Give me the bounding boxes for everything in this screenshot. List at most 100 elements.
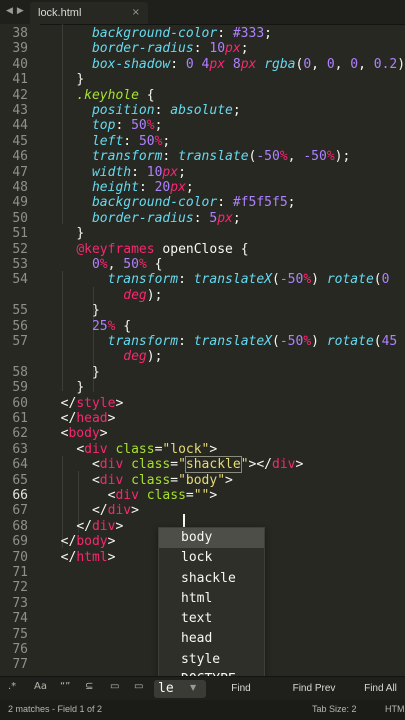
line-number: 56 xyxy=(12,318,28,334)
find-input[interactable]: le ▼ xyxy=(154,680,206,698)
line-number: 39 xyxy=(12,41,28,57)
line-number: 70 xyxy=(12,549,28,565)
autocomplete-item[interactable]: lock xyxy=(159,548,264,568)
highlight-matches-toggle-icon[interactable]: ▭ xyxy=(134,681,143,692)
code-line-67: </div> xyxy=(91,503,139,519)
regex-toggle-icon[interactable]: .* xyxy=(8,681,16,692)
autocomplete-popup[interactable]: bodylockshacklehtmltextheadstyleDOCTYPE xyxy=(158,527,265,676)
code-line-70: </html> xyxy=(60,549,116,565)
code-line-66: <div class=""> xyxy=(107,488,218,503)
line-number: 49 xyxy=(12,195,28,211)
code-line-55: } xyxy=(91,303,100,319)
autocomplete-item[interactable]: body xyxy=(159,528,264,549)
code-line-51: } xyxy=(76,226,85,242)
status-bar: 2 matches - Field 1 of 2 Tab Size: 2 HTM xyxy=(0,700,405,720)
line-number: 74 xyxy=(12,611,28,627)
autocomplete-item[interactable]: shackle xyxy=(159,569,264,589)
code-line-40: box-shadow: 0 4px 8px rgba(0, 0, 0, 0.2)… xyxy=(91,56,405,72)
code-line-49: background-color: #f5f5f5; xyxy=(91,195,296,211)
line-number: 68 xyxy=(12,518,28,534)
code-line-58: } xyxy=(91,364,100,380)
code-line-61: </head> xyxy=(60,411,116,426)
line-number: 48 xyxy=(12,180,28,195)
tab-lock-html[interactable]: lock.html × xyxy=(30,2,148,24)
nav-arrows: ◀ ▶ xyxy=(6,6,24,16)
code-line-54-wrap: deg); xyxy=(123,287,163,303)
back-arrow-icon[interactable]: ◀ xyxy=(6,6,13,16)
line-number: 54 xyxy=(12,272,28,288)
in-selection-toggle-icon[interactable]: ▭ xyxy=(110,681,119,692)
line-number: 57 xyxy=(12,334,28,349)
line-number: 42 xyxy=(12,87,28,103)
code-line-57-wrap: deg); xyxy=(123,349,163,365)
code-line-69: </body> xyxy=(60,534,116,550)
wrap-toggle-icon[interactable]: ⊆ xyxy=(85,681,93,692)
line-number: 55 xyxy=(12,303,28,319)
code-line-63: <div class="lock"> xyxy=(76,441,218,457)
code-line-43: position: absolute; xyxy=(91,103,241,118)
line-number: 66 xyxy=(12,488,28,503)
code-line-41: } xyxy=(76,72,85,88)
status-syntax[interactable]: HTM xyxy=(385,704,405,714)
line-number xyxy=(0,349,28,364)
code-line-46: transform: translate(-50%, -50%); xyxy=(91,149,351,165)
line-number: 62 xyxy=(12,426,28,442)
code-line-52: @keyframes openClose { xyxy=(76,241,249,257)
line-number: 38 xyxy=(12,26,28,41)
forward-arrow-icon[interactable]: ▶ xyxy=(17,6,24,16)
line-number: 76 xyxy=(12,642,28,657)
line-number: 58 xyxy=(12,364,28,380)
code-line-45: left: 50%; xyxy=(91,133,171,149)
code-line-39: border-radius: 10px; xyxy=(91,41,249,57)
find-prev-button[interactable]: Find Prev xyxy=(280,680,348,698)
line-number: 64 xyxy=(12,457,28,473)
line-number: 41 xyxy=(12,72,28,88)
code-line-54: transform: translateX(-50%) rotate(0 xyxy=(107,272,390,288)
autocomplete-item[interactable]: html xyxy=(159,589,264,609)
find-bar: .* Aa “” ⊆ ▭ ▭ le ▼ Find Find Prev Find … xyxy=(0,676,405,701)
line-number: 60 xyxy=(12,395,28,411)
find-all-button[interactable]: Find All xyxy=(356,680,405,698)
code-line-68: </div> xyxy=(76,518,124,534)
line-number: 77 xyxy=(12,657,28,673)
status-tab-size[interactable]: Tab Size: 2 xyxy=(312,704,357,714)
find-button[interactable]: Find xyxy=(212,680,270,698)
line-number: 52 xyxy=(12,241,28,257)
code-line-47: width: 10px; xyxy=(91,164,186,180)
tab-title: lock.html xyxy=(38,7,82,19)
line-number: 63 xyxy=(12,441,28,457)
line-number: 44 xyxy=(12,118,28,134)
code-line-53: 0%, 50% { xyxy=(91,257,163,272)
find-input-value: le xyxy=(158,681,174,696)
code-line-50: border-radius: 5px; xyxy=(91,210,241,226)
text-cursor xyxy=(183,514,185,528)
case-sensitive-toggle-icon[interactable]: Aa xyxy=(34,681,47,692)
tab-bar: ◀ ▶ lock.html × xyxy=(0,0,405,25)
line-number: 59 xyxy=(12,380,28,396)
line-number: 69 xyxy=(12,534,28,550)
code-line-59: } xyxy=(76,380,85,396)
chevron-down-icon[interactable]: ▼ xyxy=(190,683,196,692)
line-number: 61 xyxy=(12,411,28,426)
close-icon[interactable]: × xyxy=(132,7,140,18)
line-number: 43 xyxy=(12,103,28,118)
line-number: 72 xyxy=(12,580,28,596)
line-number: 46 xyxy=(12,149,28,165)
line-number: 53 xyxy=(12,257,28,272)
code-line-64: <div class="shackle"></div> xyxy=(91,456,304,474)
autocomplete-item[interactable]: head xyxy=(159,629,264,649)
line-number: 50 xyxy=(12,210,28,226)
autocomplete-item[interactable]: text xyxy=(159,609,264,629)
line-number xyxy=(0,288,28,303)
code-line-48: height: 20px; xyxy=(91,180,194,195)
autocomplete-item[interactable]: style xyxy=(159,650,264,670)
code-line-60: </style> xyxy=(60,395,124,411)
code-editor[interactable]: 38 39 40 41 42 43 44 45 46 47 48 49 50 51 52 53 54 55 56 57… xyxy=(0,24,405,676)
code-line-38: background-color: #333; xyxy=(91,26,272,41)
line-number: 73 xyxy=(12,595,28,611)
code-line-65: <div class="body"> xyxy=(91,472,233,488)
whole-word-toggle-icon[interactable]: “” xyxy=(60,681,70,692)
line-number: 51 xyxy=(12,226,28,242)
code-line-62: <body> xyxy=(60,426,108,442)
line-number: 67 xyxy=(12,503,28,519)
